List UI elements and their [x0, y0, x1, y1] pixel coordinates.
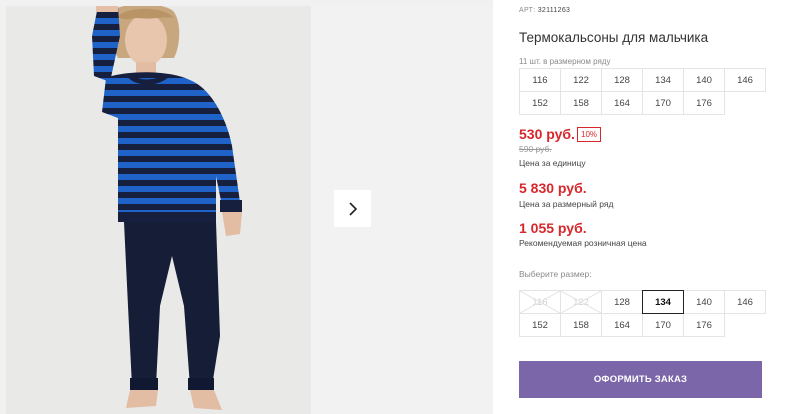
discount-badge: 10%: [577, 127, 602, 142]
size-option[interactable]: 146: [724, 290, 766, 314]
boy-in-thermal-set-image: [92, 6, 242, 410]
size-option[interactable]: 140: [683, 290, 725, 314]
size-option-unavailable: 116: [519, 290, 561, 314]
pack-size-cell: 170: [642, 91, 684, 115]
place-order-button[interactable]: ОФОРМИТЬ ЗАКАЗ: [519, 361, 762, 398]
pack-price-label: Цена за размерный ряд: [519, 199, 614, 209]
gallery-next-button[interactable]: [334, 190, 371, 227]
pack-size-cell: 116: [519, 68, 561, 92]
cross-out-icon: [561, 291, 601, 313]
article-value: 32111263: [537, 7, 571, 14]
size-option[interactable]: 152: [519, 313, 561, 337]
article-label: АРТ:: [519, 7, 536, 14]
size-option[interactable]: 170: [642, 313, 684, 337]
pack-size-cell: 146: [724, 68, 766, 92]
pack-size-note: 11 шт. в размерном ряду: [519, 57, 611, 66]
pack-size-cell: 176: [683, 91, 725, 115]
pack-size-cell: 164: [601, 91, 643, 115]
size-option-unavailable: 122: [560, 290, 602, 314]
product-gallery: [0, 0, 493, 414]
product-photo[interactable]: [6, 6, 311, 414]
size-option-selected[interactable]: 134: [642, 290, 684, 314]
size-option[interactable]: 158: [560, 313, 602, 337]
pack-size-grid: 116 122 128 134 140 146 152 158 164 170 …: [519, 68, 766, 115]
pack-price: 5 830 руб.: [519, 180, 587, 196]
rrp-price: 1 055 руб.: [519, 220, 587, 236]
size-selector: 116 122 128 134 140 146 152 158 164 170 …: [519, 290, 766, 337]
size-option[interactable]: 164: [601, 313, 643, 337]
pack-size-cell: 134: [642, 68, 684, 92]
pack-size-cell: 122: [560, 68, 602, 92]
unit-price-label: Цена за единицу: [519, 158, 586, 168]
size-option[interactable]: 176: [683, 313, 725, 337]
pack-size-cell: 152: [519, 91, 561, 115]
cross-out-icon: [520, 291, 560, 313]
choose-size-label: Выберите размер:: [519, 269, 592, 279]
size-option[interactable]: 128: [601, 290, 643, 314]
rrp-price-label: Рекомендуемая розничная цена: [519, 238, 647, 248]
product-title: Термокальсоны для мальчика: [519, 30, 709, 45]
product-info-panel: АРТ: 32111263 Термокальсоны для мальчика…: [519, 0, 779, 414]
pack-size-cell: 128: [601, 68, 643, 92]
unit-price: 530 руб.: [519, 126, 575, 142]
article-number: АРТ: 32111263: [519, 7, 570, 14]
pack-size-cell: 140: [683, 68, 725, 92]
old-price: 590 руб.: [519, 144, 552, 154]
chevron-right-icon: [348, 201, 357, 216]
pack-size-cell: 158: [560, 91, 602, 115]
